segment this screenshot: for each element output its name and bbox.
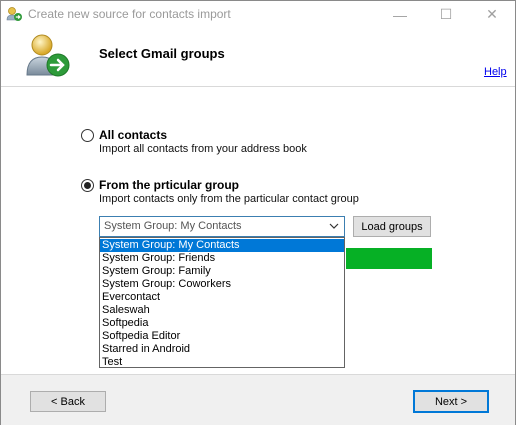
wizard-header: Select Gmail groups Help [1, 28, 515, 87]
group-dropdown-list[interactable]: System Group: My Contacts System Group: … [99, 237, 345, 368]
contacts-import-icon [26, 34, 70, 77]
dropdown-item[interactable]: System Group: Coworkers [100, 278, 344, 291]
chevron-down-icon [329, 223, 339, 229]
help-link[interactable]: Help [484, 66, 507, 78]
app-icon [6, 7, 22, 21]
all-contacts-label[interactable]: All contacts [99, 128, 167, 142]
maximize-button[interactable]: ☐ [423, 1, 469, 28]
next-button[interactable]: Next > [413, 390, 489, 413]
window-title: Create new source for contacts import [28, 7, 231, 21]
back-button[interactable]: < Back [30, 391, 106, 412]
group-select-value: System Group: My Contacts [104, 220, 242, 232]
dropdown-item[interactable]: Starred in Android [100, 343, 344, 356]
minimize-icon: — [393, 6, 407, 23]
all-contacts-radio[interactable] [81, 129, 94, 142]
title-bar: Create new source for contacts import — … [1, 1, 515, 28]
progress-bar [346, 248, 432, 269]
dropdown-item[interactable]: Softpedia Editor [100, 330, 344, 343]
group-select[interactable]: System Group: My Contacts [99, 216, 345, 237]
dialog-window: Create new source for contacts import — … [0, 0, 516, 425]
wizard-content: All contacts Import all contacts from yo… [1, 87, 515, 374]
load-groups-button[interactable]: Load groups [353, 216, 431, 237]
dropdown-item[interactable]: Softpedia [100, 317, 344, 330]
close-icon: ✕ [486, 6, 498, 22]
dropdown-item[interactable]: System Group: Friends [100, 252, 344, 265]
particular-group-radio[interactable] [81, 179, 94, 192]
particular-group-description: Import contacts only from the particular… [99, 193, 359, 205]
minimize-button[interactable]: — [377, 1, 423, 28]
dropdown-item[interactable]: System Group: My Contacts [100, 239, 344, 252]
close-button[interactable]: ✕ [469, 1, 515, 28]
page-title: Select Gmail groups [99, 46, 225, 61]
maximize-icon: ☐ [439, 6, 453, 22]
radio-selected-dot [84, 182, 91, 189]
dropdown-item[interactable]: System Group: Family [100, 265, 344, 278]
dropdown-item[interactable]: Saleswah [100, 304, 344, 317]
dropdown-item[interactable]: Evercontact [100, 291, 344, 304]
particular-group-label[interactable]: From the prticular group [99, 178, 239, 192]
dropdown-item[interactable]: Test [100, 356, 344, 369]
wizard-footer: < Back Next > [1, 374, 515, 425]
all-contacts-description: Import all contacts from your address bo… [99, 143, 307, 155]
